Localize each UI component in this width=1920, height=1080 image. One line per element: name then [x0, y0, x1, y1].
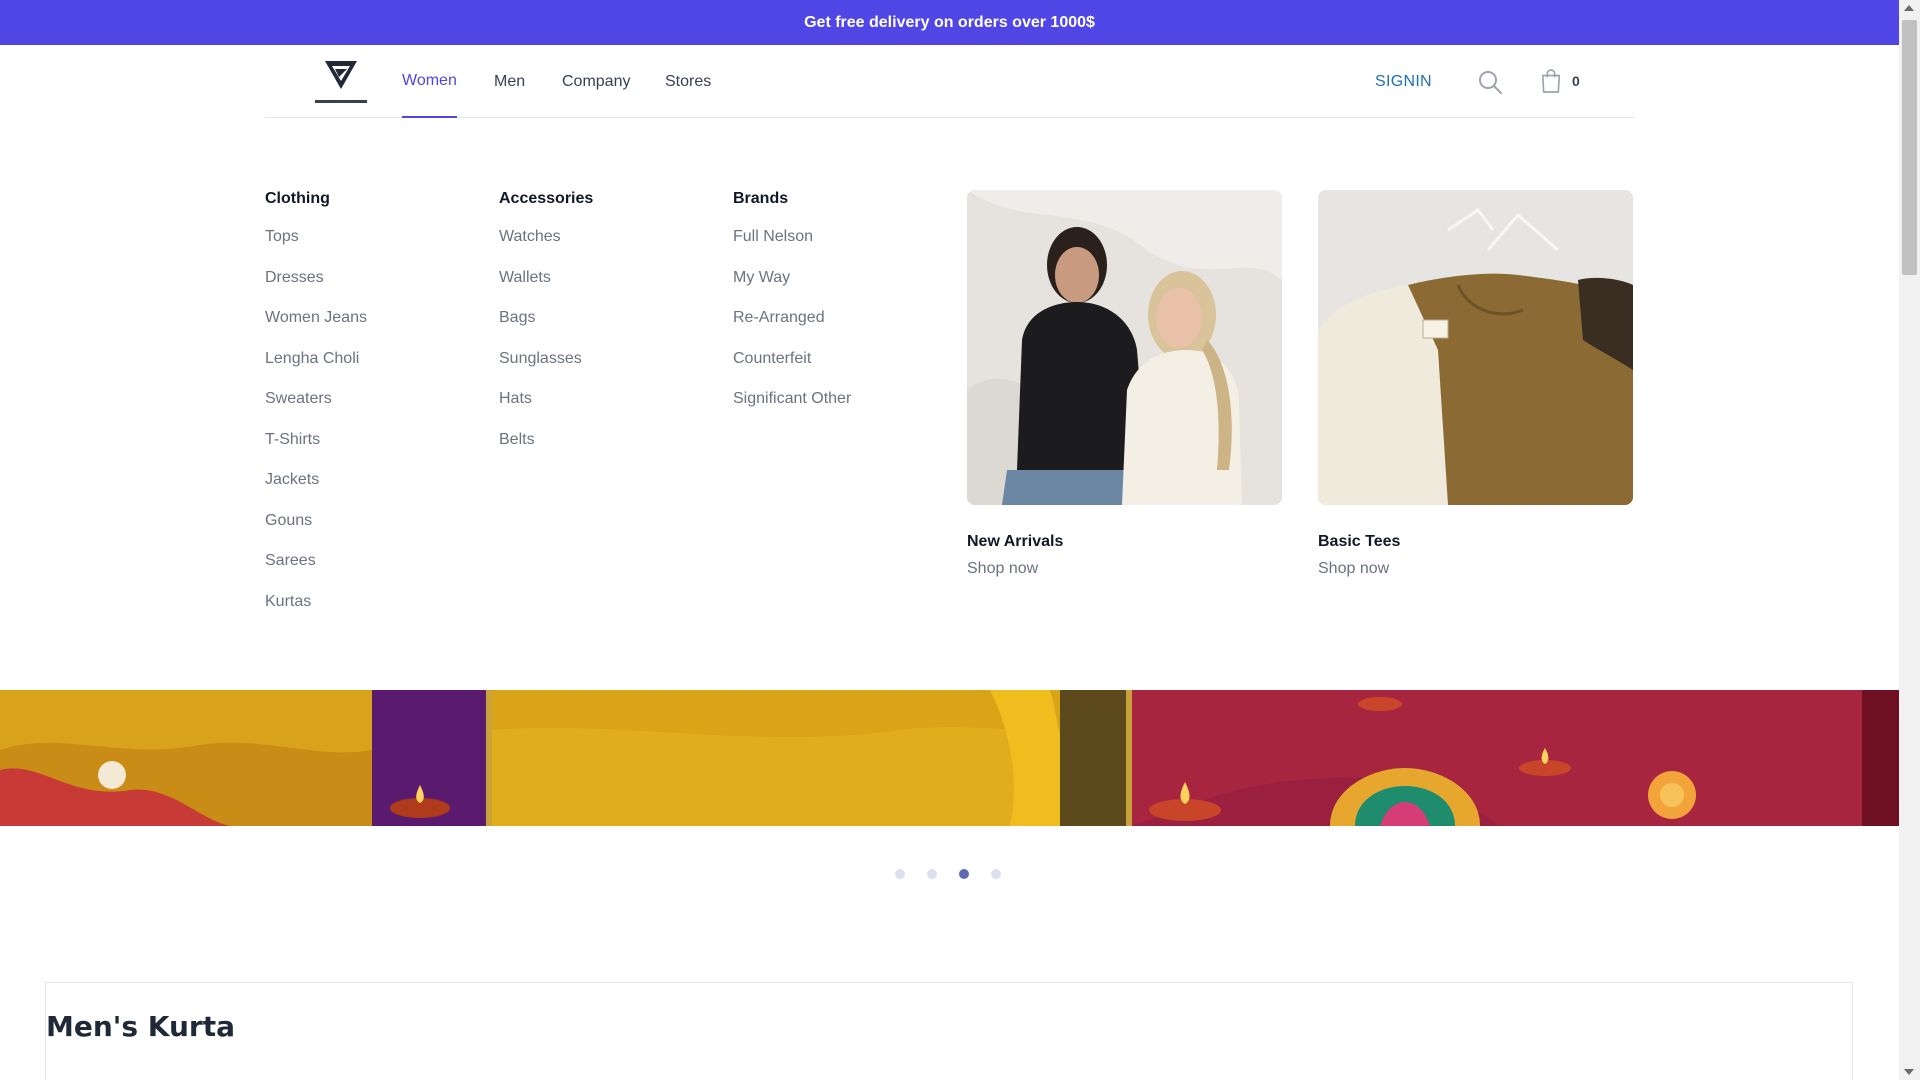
menu-item[interactable]: Significant Other	[733, 388, 851, 429]
menu-item[interactable]: Watches	[499, 226, 593, 267]
product-section: Men's Kurta	[45, 982, 1853, 1080]
nav-link-stores[interactable]: Stores	[665, 45, 711, 118]
signin-link[interactable]: SIGNIN	[1375, 45, 1432, 118]
menu-item[interactable]: Bags	[499, 307, 593, 348]
menu-column-clothing: Clothing Tops Dresses Women Jeans Lengha…	[265, 190, 367, 631]
basic-tees-image	[1318, 190, 1633, 505]
menu-item[interactable]: T-Shirts	[265, 429, 367, 470]
carousel-dot[interactable]	[927, 869, 937, 879]
page-scrollbar[interactable]	[1899, 0, 1920, 1080]
carousel-pagination	[895, 869, 1001, 879]
nav-link-company[interactable]: Company	[562, 45, 630, 118]
menu-item[interactable]: Sunglasses	[499, 348, 593, 389]
column-heading: Accessories	[499, 190, 594, 207]
main-navbar: Women Men Company Stores SIGNIN 0	[265, 45, 1635, 118]
menu-item[interactable]: Re-Arranged	[733, 307, 851, 348]
menu-item[interactable]: Kurtas	[265, 591, 367, 632]
nav-link-women[interactable]: Women	[402, 45, 457, 118]
carousel-dot[interactable]	[991, 869, 1001, 879]
menu-item[interactable]: Dresses	[265, 267, 367, 308]
shop-now-link[interactable]: Shop now	[967, 560, 1282, 578]
search-icon	[1479, 71, 1502, 94]
brand-logo[interactable]	[315, 59, 367, 103]
feature-title: New Arrivals	[967, 533, 1064, 550]
menu-item[interactable]: Jackets	[265, 469, 367, 510]
shop-now-link[interactable]: Shop now	[1318, 560, 1633, 578]
feature-card-new-arrivals[interactable]: New Arrivals Shop now	[967, 190, 1282, 578]
menu-item[interactable]: Sweaters	[265, 388, 367, 429]
menu-item[interactable]: Full Nelson	[733, 226, 851, 267]
logo-icon	[325, 61, 357, 89]
cart-count: 0	[1572, 73, 1580, 89]
promo-banner: Get free delivery on orders over 1000$	[0, 0, 1899, 45]
carousel-dot-active[interactable]	[959, 869, 969, 879]
menu-item[interactable]: Belts	[499, 429, 593, 470]
section-title: Men's Kurta	[46, 1010, 235, 1043]
menu-item[interactable]: Counterfeit	[733, 348, 851, 389]
menu-column-brands: Brands Full Nelson My Way Re-Arranged Co…	[733, 190, 851, 429]
menu-item[interactable]: Hats	[499, 388, 593, 429]
scroll-up-icon[interactable]	[1904, 5, 1914, 11]
new-arrivals-image	[967, 190, 1282, 505]
menu-item[interactable]: My Way	[733, 267, 851, 308]
menu-item[interactable]: Wallets	[499, 267, 593, 308]
carousel-dot[interactable]	[895, 869, 905, 879]
hero-carousel-slide[interactable]	[0, 690, 1899, 826]
column-heading: Brands	[733, 190, 789, 207]
menu-item[interactable]: Sarees	[265, 550, 367, 591]
menu-item[interactable]: Gouns	[265, 510, 367, 551]
scroll-down-icon[interactable]	[1904, 1069, 1914, 1075]
menu-item[interactable]: Women Jeans	[265, 307, 367, 348]
feature-card-basic-tees[interactable]: Basic Tees Shop now	[1318, 190, 1633, 578]
menu-item[interactable]: Tops	[265, 226, 367, 267]
cart-button[interactable]: 0	[1540, 67, 1590, 95]
scrollbar-thumb[interactable]	[1902, 20, 1917, 275]
menu-column-accessories: Accessories Watches Wallets Bags Sunglas…	[499, 190, 593, 469]
menu-item[interactable]: Lengha Choli	[265, 348, 367, 389]
feature-title: Basic Tees	[1318, 533, 1401, 550]
promo-text: Get free delivery on orders over 1000$	[804, 13, 1095, 31]
column-heading: Clothing	[265, 190, 330, 207]
mega-menu-women: Clothing Tops Dresses Women Jeans Lengha…	[265, 118, 1635, 688]
search-button[interactable]	[1477, 69, 1503, 95]
nav-link-men[interactable]: Men	[494, 45, 525, 118]
shopping-bag-icon	[1541, 69, 1561, 93]
